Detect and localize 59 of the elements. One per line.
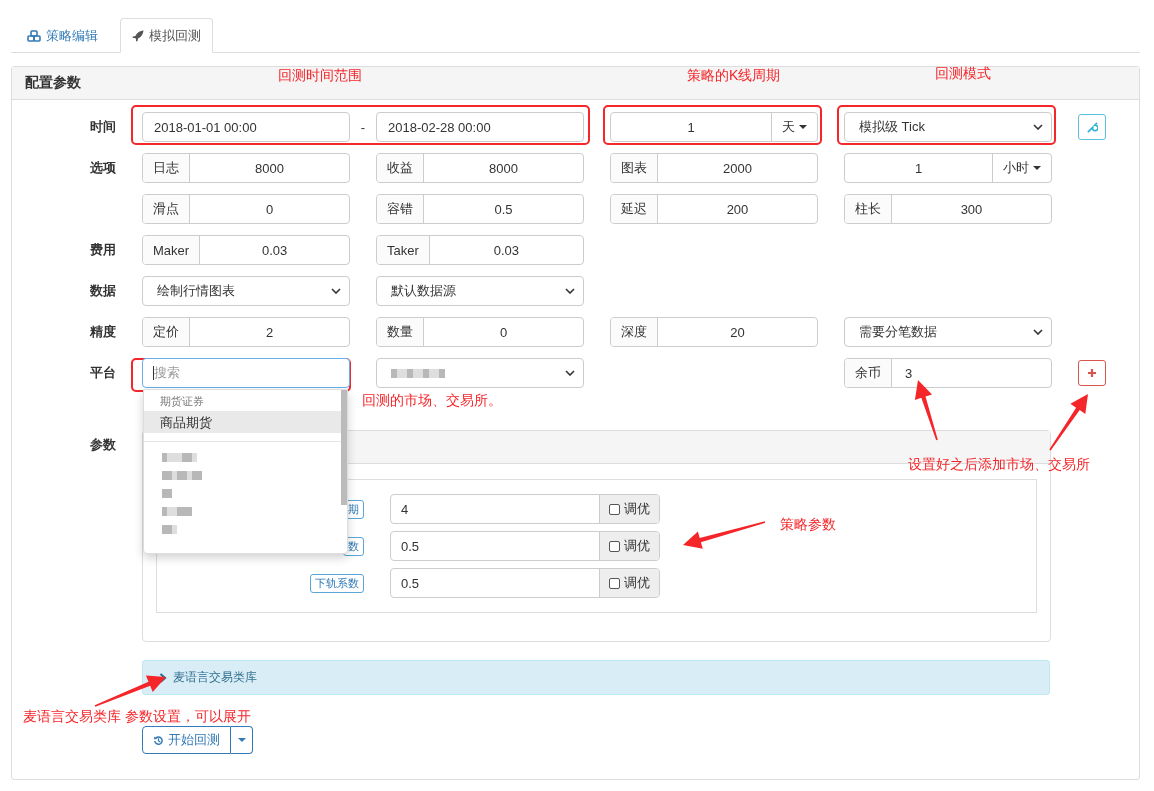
input-field[interactable]: 2 [190, 318, 349, 346]
input-addon: 日志 [143, 154, 190, 182]
annotation-text: 策略的K线周期 [687, 67, 781, 85]
row-label: 费用 [90, 241, 116, 259]
annotation-text: 回测时间范围 [278, 67, 362, 85]
select-field[interactable]: 模拟级 Tick [844, 112, 1052, 142]
input-addon: 定价 [143, 318, 190, 346]
annotation-text: 回测模式 [935, 65, 991, 83]
input-field[interactable]: 20 [658, 318, 817, 346]
unit-dropdown[interactable]: 天 [771, 113, 817, 141]
tab[interactable]: 模拟回测 [120, 18, 213, 53]
input-addon: 收益 [377, 154, 424, 182]
row-label: 精度 [90, 323, 116, 341]
input-field[interactable]: 0.5 [424, 195, 583, 223]
input-field[interactable]: 200 [658, 195, 817, 223]
input-field[interactable]: 0 [190, 195, 349, 223]
range-separator: - [359, 119, 367, 135]
annotation-text: 设置好之后添加市场、交易所 [908, 456, 1090, 474]
input-addon: 余币 [845, 359, 892, 387]
input-field[interactable]: 2000 [658, 154, 817, 182]
input-field[interactable]: 0 [424, 318, 583, 346]
row-label: 时间 [90, 118, 116, 136]
input-addon: 数量 [377, 318, 424, 346]
annotation-text: 回测的市场、交易所。 [362, 392, 502, 410]
input-field[interactable]: 8000 [424, 154, 583, 182]
input-addon: 延迟 [611, 195, 658, 223]
row-label: 选项 [90, 159, 116, 177]
input-addon: Maker [143, 236, 201, 264]
library-panel[interactable]: 麦语言交易类库 [142, 660, 1050, 695]
input-addon: Taker [377, 236, 430, 264]
input-field[interactable]: 1 [845, 154, 992, 182]
input-field[interactable]: 3 [892, 359, 1051, 387]
tab[interactable]: 策略编辑 [15, 18, 110, 53]
date-field[interactable]: 2018-02-28 00:00 [376, 112, 584, 142]
annotation-text: 策略参数 [780, 516, 836, 534]
param-label: 下轨系数 [310, 573, 364, 593]
annotation-text: 麦语言交易类库 参数设置，可以展开 [23, 708, 251, 726]
input-field[interactable]: 1 [611, 113, 771, 141]
select-field[interactable]: 绘制行情图表 [142, 276, 350, 306]
library-title: 麦语言交易类库 [173, 669, 257, 686]
input-field[interactable]: 0.03 [200, 236, 349, 264]
input-field[interactable]: 300 [892, 195, 1051, 223]
row-label: 平台 [90, 364, 116, 382]
input-addon: 容错 [377, 195, 424, 223]
input-field[interactable]: 8000 [190, 154, 349, 182]
input-field[interactable]: 0.03 [429, 236, 583, 264]
select-field[interactable]: 需要分笔数据 [844, 317, 1052, 347]
unit-dropdown[interactable]: 小时 [992, 154, 1051, 182]
input-addon: 滑点 [143, 195, 190, 223]
input-addon: 深度 [611, 318, 658, 346]
input-addon: 图表 [611, 154, 658, 182]
dropdown-header: 期货证券 [159, 394, 205, 409]
row-label: 参数 [90, 436, 116, 454]
select-field[interactable]: 默认数据源 [376, 276, 584, 306]
input-addon: 柱长 [845, 195, 892, 223]
date-field[interactable]: 2018-01-01 00:00 [142, 112, 350, 142]
start-backtest-button[interactable]: 开始回测 [142, 726, 231, 754]
panel-title: 配置参数 [25, 74, 81, 92]
row-label: 数据 [90, 282, 116, 300]
